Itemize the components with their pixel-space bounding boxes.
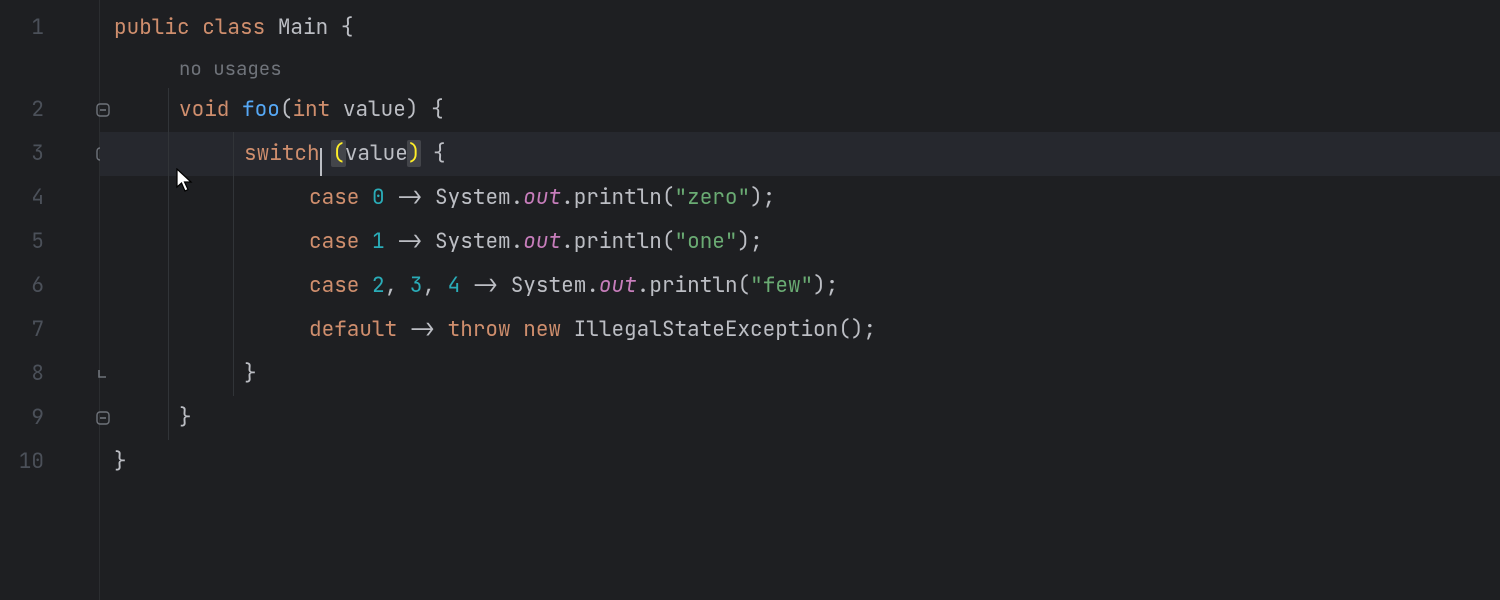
token-num: 0 bbox=[372, 184, 385, 211]
line-number: 2 bbox=[0, 88, 44, 132]
token-kw: case bbox=[309, 228, 359, 255]
token-field-static: out bbox=[523, 184, 561, 211]
token-ident: println bbox=[574, 184, 662, 211]
token-ident: System bbox=[511, 272, 587, 299]
token-plain: -> bbox=[397, 228, 422, 255]
token-field-static: out bbox=[523, 228, 561, 255]
token-plain: , bbox=[422, 272, 435, 299]
token-ident: value bbox=[345, 140, 408, 167]
token-paren-hl: ) bbox=[407, 140, 422, 167]
token-plain: . bbox=[511, 184, 524, 211]
token-kw: default bbox=[309, 316, 397, 343]
token-ident: value bbox=[343, 96, 406, 123]
token-plain: ) bbox=[750, 184, 763, 211]
token-plain: ( bbox=[280, 96, 293, 123]
code-line[interactable]: case 1 -> System.out.println("one"); bbox=[114, 220, 1500, 264]
code-line[interactable]: } bbox=[114, 352, 1500, 396]
token-str: "zero" bbox=[675, 184, 751, 211]
token-kw: void bbox=[179, 96, 229, 123]
token-ident: println bbox=[649, 272, 737, 299]
token-plain: ; bbox=[750, 228, 763, 255]
line-number: 6 bbox=[0, 264, 44, 308]
token-kw: case bbox=[309, 184, 359, 211]
line-number: 10 bbox=[0, 440, 44, 484]
token-field-static: out bbox=[599, 272, 637, 299]
token-plain: ( bbox=[662, 184, 675, 211]
token-paren-hl: ( bbox=[331, 140, 346, 167]
token-plain: } bbox=[114, 448, 127, 475]
line-number: 8 bbox=[0, 352, 44, 396]
token-str: "one" bbox=[675, 228, 738, 255]
token-kw: public bbox=[114, 14, 190, 41]
token-plain: , bbox=[385, 272, 398, 299]
line-number: 5 bbox=[0, 220, 44, 264]
code-line[interactable]: void foo(int value) { bbox=[114, 88, 1500, 132]
code-line[interactable]: switch (value) { bbox=[114, 132, 1500, 176]
line-number: 3 bbox=[0, 132, 44, 176]
token-method: foo bbox=[242, 96, 280, 123]
token-kw: int bbox=[292, 96, 330, 123]
token-plain: . bbox=[561, 228, 574, 255]
line-number: 9 bbox=[0, 396, 44, 440]
token-plain: { bbox=[433, 140, 446, 167]
token-ident: IllegalStateException bbox=[574, 316, 839, 343]
token-ident: System bbox=[435, 184, 511, 211]
token-plain: ; bbox=[863, 316, 876, 343]
code-line[interactable]: public class Main { bbox=[114, 6, 1500, 50]
token-plain: { bbox=[431, 96, 444, 123]
code-line[interactable]: case 2, 3, 4 -> System.out.println("few"… bbox=[114, 264, 1500, 308]
code-line[interactable]: default -> throw new IllegalStateExcepti… bbox=[114, 308, 1500, 352]
token-ident: Main bbox=[278, 14, 328, 41]
token-plain: . bbox=[511, 228, 524, 255]
token-num: 3 bbox=[410, 272, 423, 299]
code-line[interactable]: } bbox=[114, 440, 1500, 484]
token-plain: . bbox=[586, 272, 599, 299]
token-kw: switch bbox=[244, 140, 320, 167]
token-plain: ) bbox=[738, 228, 751, 255]
token-plain: ; bbox=[826, 272, 839, 299]
code-area[interactable]: no usagespublic class Main {void foo(int… bbox=[100, 0, 1500, 600]
code-editor[interactable]: 12345678910 no usagespublic class Main {… bbox=[0, 0, 1500, 600]
line-number: 4 bbox=[0, 176, 44, 220]
token-kw: throw bbox=[448, 316, 511, 343]
gutter: 1 2345678910 bbox=[0, 0, 100, 600]
token-ident: println bbox=[574, 228, 662, 255]
token-plain: . bbox=[637, 272, 650, 299]
token-plain: ) bbox=[406, 96, 419, 123]
token-kw: class bbox=[202, 14, 265, 41]
token-kw: new bbox=[523, 316, 561, 343]
token-plain: -> bbox=[397, 184, 422, 211]
token-plain: { bbox=[341, 14, 354, 41]
code-line[interactable]: } bbox=[114, 396, 1500, 440]
token-str: "few" bbox=[750, 272, 813, 299]
text-caret bbox=[320, 148, 322, 176]
token-plain: ( bbox=[738, 272, 751, 299]
token-plain: . bbox=[561, 184, 574, 211]
token-num: 4 bbox=[448, 272, 461, 299]
token-plain: ) bbox=[813, 272, 826, 299]
code-line[interactable]: case 0 -> System.out.println("zero"); bbox=[114, 176, 1500, 220]
token-num: 2 bbox=[372, 272, 385, 299]
token-kw: case bbox=[309, 272, 359, 299]
token-num: 1 bbox=[372, 228, 385, 255]
token-plain: () bbox=[838, 316, 863, 343]
token-plain: ; bbox=[763, 184, 776, 211]
line-number: 1 bbox=[0, 6, 44, 50]
token-plain: } bbox=[244, 360, 257, 387]
line-number: 7 bbox=[0, 308, 44, 352]
token-plain: } bbox=[179, 404, 192, 431]
token-ident: System bbox=[435, 228, 511, 255]
token-plain: -> bbox=[473, 272, 498, 299]
usages-inlay[interactable]: no usages bbox=[114, 50, 1500, 88]
token-plain: -> bbox=[410, 316, 435, 343]
token-plain: ( bbox=[662, 228, 675, 255]
